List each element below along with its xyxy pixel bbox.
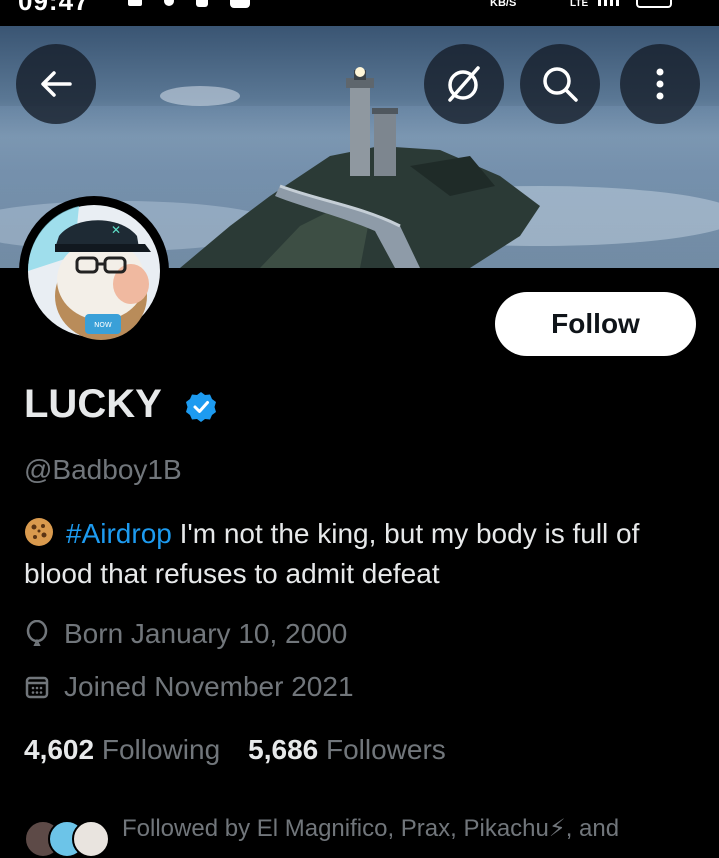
status-bar: 09:47 KB/S LTE <box>0 0 719 26</box>
follow-button[interactable]: Follow <box>495 292 696 356</box>
grok-button[interactable] <box>424 44 504 124</box>
profile-handle: @Badboy1B <box>24 454 182 485</box>
network-type: LTE <box>570 0 589 9</box>
followed-by-text: Followed by El Magnifico, Prax, Pikachu⚡… <box>122 815 620 842</box>
cookie-emoji-icon <box>25 518 53 546</box>
profile-bio: #Airdrop I'm not the king, but my body i… <box>24 514 704 594</box>
search-icon <box>543 67 578 102</box>
mutual-avatars <box>24 820 114 858</box>
join-date-row: Joined November 2021 <box>24 671 354 703</box>
verified-badge-icon[interactable] <box>184 390 218 424</box>
birth-date-text: Born January 10, 2000 <box>64 618 348 649</box>
birth-date-row: Born January 10, 2000 <box>24 618 347 650</box>
balloon-icon <box>26 620 48 646</box>
bio-hashtag-link[interactable]: #Airdrop <box>66 518 172 549</box>
more-options-button[interactable] <box>620 44 700 124</box>
following-count: 4,602 <box>24 734 95 765</box>
avatar-image: ✕ NOW <box>22 199 166 343</box>
display-name: LUCKY <box>24 382 162 426</box>
followers-link[interactable]: 5,686 Followers <box>248 734 446 765</box>
join-date-text: Joined November 2021 <box>64 671 354 702</box>
signal-icon <box>598 0 619 6</box>
network-speed: KB/S <box>490 0 517 9</box>
calendar-icon <box>25 676 49 699</box>
following-label: Following <box>101 734 221 765</box>
notification-icons <box>128 0 250 8</box>
more-vertical-icon <box>656 68 664 100</box>
battery-icon <box>636 0 672 8</box>
profile-avatar[interactable]: ✕ NOW <box>19 196 169 346</box>
status-time: 09:47 <box>18 0 90 16</box>
svg-text:NOW: NOW <box>94 321 112 329</box>
followers-label: Followers <box>326 734 446 765</box>
follow-counts: 4,602 Following 5,686 Followers <box>24 734 446 766</box>
back-button[interactable] <box>16 44 96 124</box>
search-button[interactable] <box>520 44 600 124</box>
following-link[interactable]: 4,602 Following <box>24 734 220 765</box>
followed-by-row[interactable]: Followed by El Magnifico, Prax, Pikachu⚡… <box>24 812 719 858</box>
arrow-left-icon <box>41 71 72 97</box>
svg-text:✕: ✕ <box>111 223 121 237</box>
followers-count: 5,686 <box>248 734 319 765</box>
grok-icon <box>448 66 480 102</box>
